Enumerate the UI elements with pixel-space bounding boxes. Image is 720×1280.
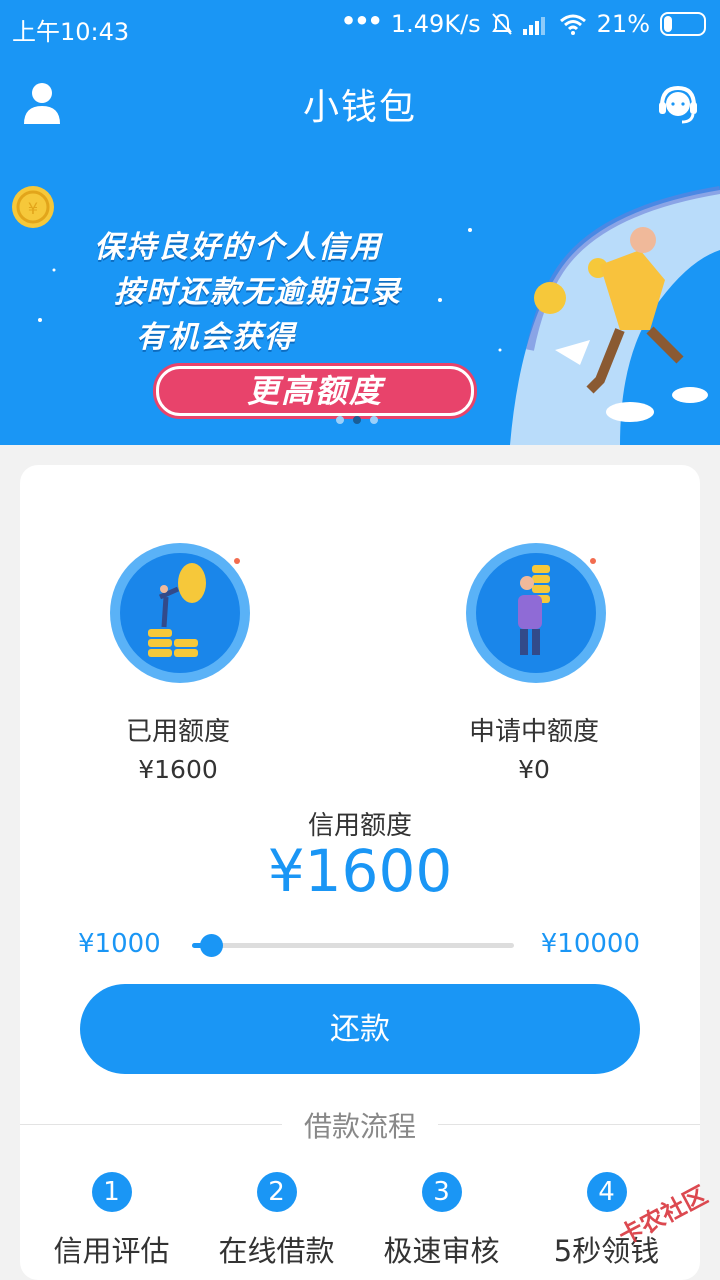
credit-slider[interactable] (192, 934, 514, 957)
applying-credit-label: 申请中额度 (468, 717, 599, 747)
battery-icon (660, 12, 706, 36)
title-bar: 小钱包 (0, 60, 720, 148)
step-number: 4 (586, 1172, 627, 1212)
credit-limit-amount: ¥1600 (267, 837, 453, 905)
battery-percent: 21% (596, 10, 650, 38)
process-step: 3 极速审核 (359, 1172, 524, 1270)
pagination-dot[interactable] (370, 416, 378, 424)
applying-credit-illustration (466, 543, 606, 683)
pagination-dot[interactable] (336, 416, 344, 424)
signal-icon (522, 17, 545, 35)
promo-banner[interactable]: ¥ 保持良好的个人信用 按时还款无逾期记录 有机会获得 更高额度 (0, 150, 720, 445)
banner-line-1: 保持良好的个人信用 (94, 230, 382, 265)
status-icons: ••• 1.49K/s 21% (340, 7, 706, 38)
slider-thumb[interactable] (200, 934, 224, 957)
process-step: 2 在线借款 (194, 1172, 359, 1270)
mute-icon (491, 13, 512, 35)
step-label: 5秒领钱 (553, 1234, 660, 1268)
pagination-dot-active[interactable] (353, 416, 361, 424)
banner-cta[interactable]: 更高额度 (156, 366, 474, 416)
headset-icon[interactable] (656, 82, 700, 126)
step-label: 信用评估 (53, 1234, 170, 1268)
used-credit-illustration (110, 543, 250, 683)
banner-line-3: 有机会获得 (136, 320, 296, 355)
credit-card-panel: 已用额度 ¥1600 申请中额度 ¥0 信用额度 ¥1600 ¥1000 ¥10… (20, 465, 700, 1280)
page-title: 小钱包 (302, 87, 417, 128)
applying-credit-value: ¥0 (518, 755, 550, 784)
step-number: 2 (256, 1172, 297, 1212)
process-step: 1 信用评估 (29, 1172, 194, 1270)
banner-pagination (336, 416, 378, 424)
process-title: 借款流程 (282, 1105, 438, 1145)
status-time: 上午10:43 (12, 18, 130, 46)
slider-min-label: ¥1000 (78, 929, 161, 959)
step-number: 1 (91, 1172, 132, 1212)
used-credit-value: ¥1600 (138, 755, 218, 784)
step-label: 在线借款 (218, 1234, 335, 1268)
slider-max-label: ¥10000 (540, 929, 640, 959)
step-label: 极速审核 (383, 1234, 500, 1268)
status-bar: 上午10:43 ••• 1.49K/s 21% (0, 0, 720, 52)
wifi-icon (559, 14, 586, 35)
network-speed: 1.49K/s (390, 10, 481, 38)
banner-line-2: 按时还款无逾期记录 (114, 275, 402, 310)
repay-button[interactable]: 还款 (80, 984, 640, 1074)
notification-dots: ••• (340, 7, 383, 35)
step-number: 3 (421, 1172, 462, 1212)
svg-text:¥: ¥ (28, 199, 38, 218)
used-credit-label: 已用额度 (125, 717, 230, 747)
